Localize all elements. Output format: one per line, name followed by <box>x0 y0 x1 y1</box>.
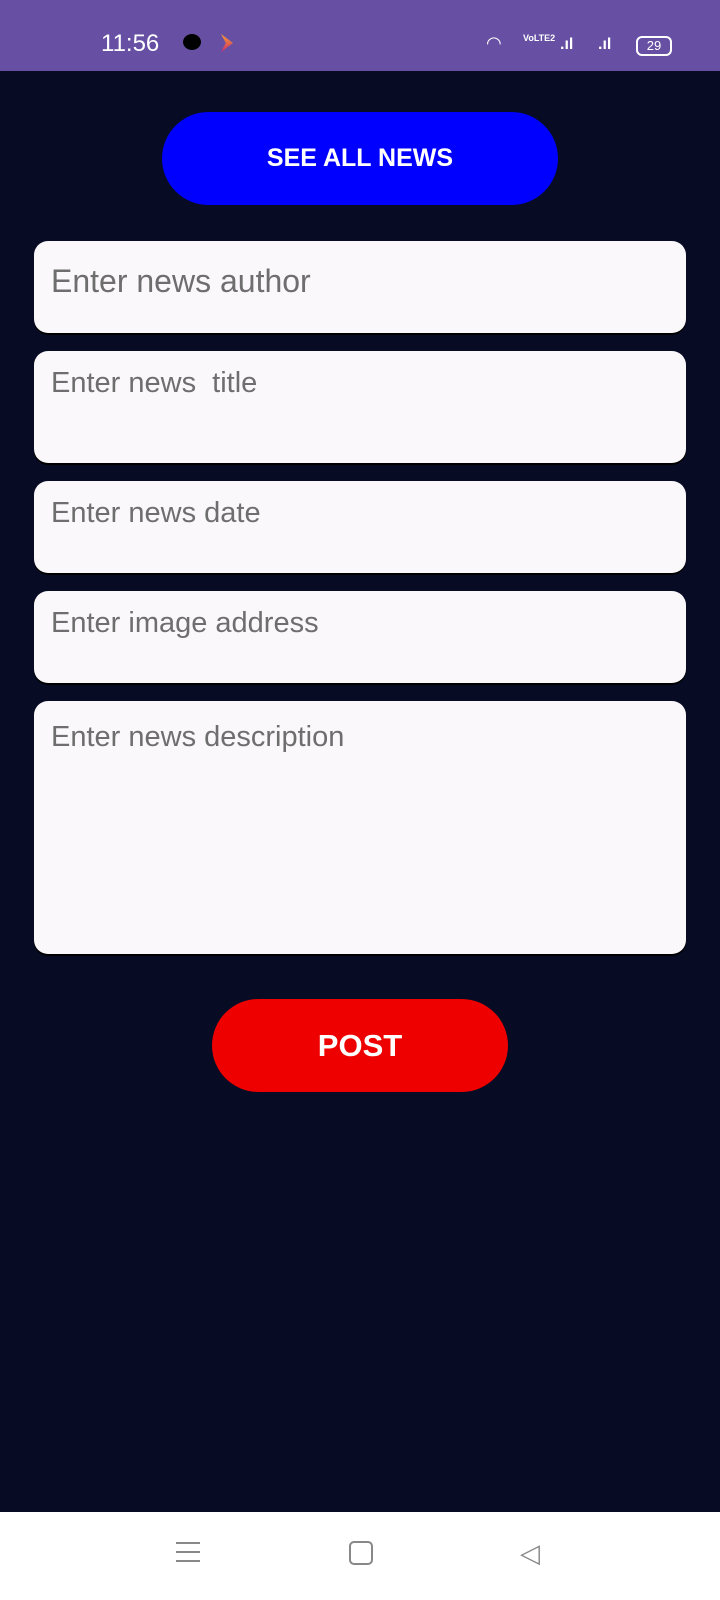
back-icon[interactable]: ◁ <box>520 1538 540 1569</box>
image-address-input[interactable]: Enter image address <box>34 591 686 683</box>
post-button[interactable]: POST <box>212 999 508 1092</box>
author-input[interactable]: Enter news author <box>34 241 686 333</box>
menu-icon[interactable] <box>176 1542 200 1562</box>
description-input[interactable]: Enter news description <box>34 701 686 954</box>
home-icon[interactable] <box>349 1541 373 1565</box>
title-input[interactable]: Enter news title <box>34 351 686 463</box>
see-all-news-button[interactable]: SEE ALL NEWS <box>162 112 558 205</box>
app-notification-icon <box>221 34 233 52</box>
status-bar: 11:56 ◠ VoLTE2 .ıl .ıl 29 <box>0 0 720 71</box>
battery-icon: 29 <box>636 36 672 56</box>
date-input[interactable]: Enter news date <box>34 481 686 573</box>
wifi-icon: ◠ <box>486 33 502 53</box>
volte-icon: VoLTE2 <box>523 33 556 43</box>
signal-icon-2: .ıl <box>598 36 612 53</box>
chat-notification-icon <box>183 34 201 50</box>
navigation-bar: ◁ <box>0 1512 720 1600</box>
signal-icon-1: .ıl <box>560 36 574 53</box>
clock: 11:56 <box>101 30 160 57</box>
